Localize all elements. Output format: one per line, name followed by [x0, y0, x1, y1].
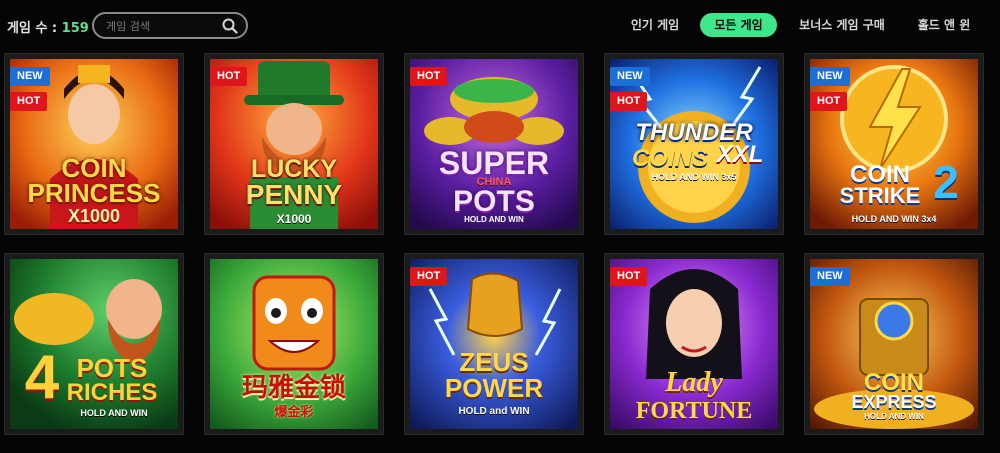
game-thumbnail: HOT LUCKY PENNY X1000 [210, 59, 378, 229]
game-title-line: POWER [444, 373, 544, 403]
game-title-line: EXPRESS [851, 392, 937, 412]
game-title-line: 玛雅金锁 [241, 373, 346, 403]
game-title-line: X1000 [67, 206, 121, 226]
game-title-line: HOLD AND WIN [464, 215, 524, 224]
game-card-super-china-pots[interactable]: HOT SUPER CHINA POTS HOLD AND WIN [404, 53, 584, 235]
game-card-4-pots-riches[interactable]: 4 POTS RICHES HOLD AND WIN [4, 253, 184, 435]
hot-badge: HOT [610, 92, 648, 111]
game-title-line: Lady [665, 367, 723, 398]
hot-badge: HOT [410, 267, 448, 286]
game-card-zeus-power[interactable]: HOT ZEUS POWER HOLD and WIN [404, 253, 584, 435]
top-bar: 게임 수 : 159 인기 게임 모든 게임 보너스 게임 구매 홀드 앤 윈 [0, 0, 1000, 50]
game-thumbnail: 玛雅金锁 爆金彩 [210, 259, 378, 429]
hot-badge: HOT [210, 67, 248, 86]
game-title-line: PRINCESS [27, 178, 161, 208]
hot-badge: HOT [610, 267, 648, 286]
new-badge: NEW [810, 67, 850, 86]
game-title-line: SUPER [438, 145, 550, 181]
game-title-line: HOLD AND WIN 3x5 [651, 172, 737, 182]
game-card-lucky-penny[interactable]: HOT LUCKY PENNY X1000 [204, 53, 384, 235]
game-thumbnail: HOT SUPER CHINA POTS HOLD AND WIN [410, 59, 578, 229]
hot-badge: HOT [410, 67, 448, 86]
game-thumbnail: 4 POTS RICHES HOLD AND WIN [10, 259, 178, 429]
game-card-lady-fortune[interactable]: HOT Lady FORTUNE [604, 253, 784, 435]
tab-popular-games[interactable]: 인기 게임 [622, 13, 688, 37]
hot-badge: HOT [10, 92, 48, 111]
tab-hold-and-win[interactable]: 홀드 앤 윈 [908, 13, 980, 37]
new-badge: NEW [810, 267, 850, 286]
game-thumbnail: NEW HOT THUNDER COINS XXL HOLD AND WIN 3… [610, 59, 778, 229]
game-title-line: ZEUS [459, 347, 529, 377]
game-title-line: PENNY [245, 179, 343, 210]
new-badge: NEW [10, 67, 50, 86]
game-title-line: 爆金彩 [274, 405, 314, 420]
new-badge: NEW [610, 67, 650, 86]
game-title-line: HOLD AND WIN [80, 408, 148, 418]
game-title-line: HOLD and WIN [458, 406, 530, 417]
game-card-thunder-coins-xxl[interactable]: NEW HOT THUNDER COINS XXL HOLD AND WIN 3… [604, 53, 784, 235]
game-card-coin-express[interactable]: NEW COIN EXPRESS HOLD AND WIN [804, 253, 984, 435]
game-thumbnail: HOT ZEUS POWER HOLD and WIN [410, 259, 578, 429]
game-card-maya-golden-lock[interactable]: 玛雅金锁 爆金彩 [204, 253, 384, 435]
game-thumbnail: NEW HOT COIN PRINCESS X1000 [10, 59, 178, 229]
tab-all-games[interactable]: 모든 게임 [700, 13, 777, 37]
tab-bonus-buy[interactable]: 보너스 게임 구매 [790, 13, 894, 37]
game-artwork [210, 259, 378, 429]
hot-badge: HOT [810, 92, 848, 111]
game-thumbnail: HOT Lady FORTUNE [610, 259, 778, 429]
game-title-line: 2 [933, 156, 959, 208]
game-title-line: FORTUNE [635, 398, 753, 424]
game-title-line: X1000 [276, 212, 312, 226]
game-title-line: XXL [716, 141, 764, 168]
game-title-line: POTS [76, 353, 148, 383]
game-thumbnail: NEW HOT COIN STRIKE 2 HOLD AND WIN 3x4 [810, 59, 978, 229]
game-title-line: POTS [453, 185, 535, 218]
game-title-line: RICHES [66, 379, 158, 406]
category-tabs: 인기 게임 모든 게임 보너스 게임 구매 홀드 앤 윈 [0, 13, 1000, 37]
game-card-coin-strike-2[interactable]: NEW HOT COIN STRIKE 2 HOLD AND WIN 3x4 [804, 53, 984, 235]
game-card-coin-princess[interactable]: NEW HOT COIN PRINCESS X1000 [4, 53, 184, 235]
game-title-line: HOLD AND WIN 3x4 [851, 214, 937, 224]
game-thumbnail: NEW COIN EXPRESS HOLD AND WIN [810, 259, 978, 429]
game-title-line: HOLD AND WIN [864, 412, 924, 421]
